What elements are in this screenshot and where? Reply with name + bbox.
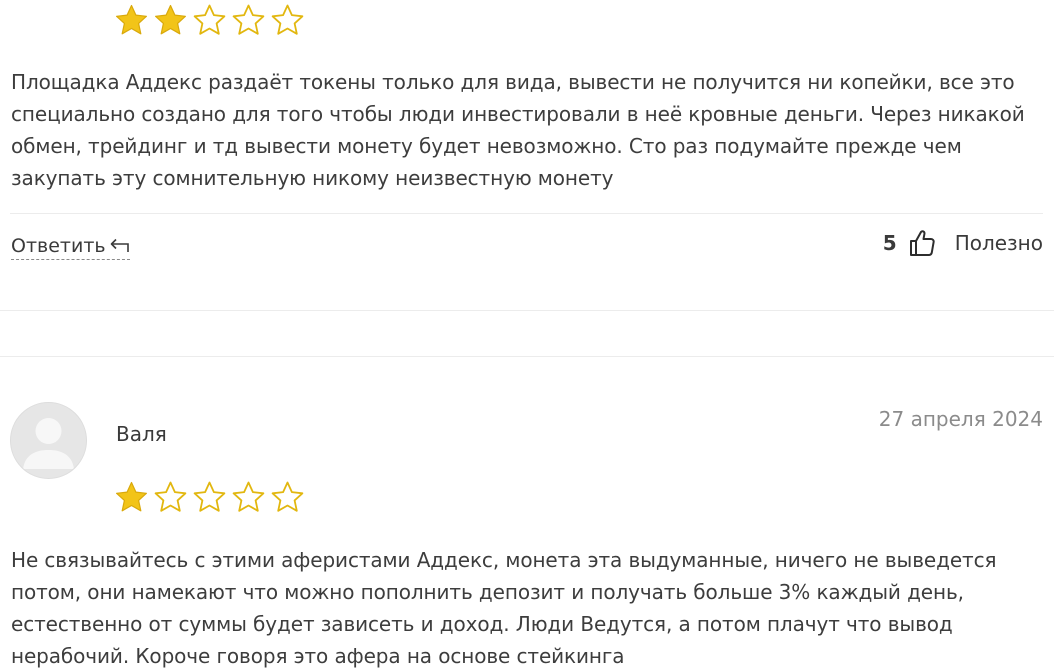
star-empty-icon	[232, 4, 265, 35]
star-filled-icon	[155, 4, 186, 35]
star-empty-icon	[232, 481, 265, 512]
helpful-button[interactable]: Полезно	[955, 231, 1043, 255]
star-empty-icon	[271, 4, 304, 35]
section-divider-2	[0, 356, 1054, 357]
reviews-page: Площадка Аддекс раздаёт токены только дл…	[0, 0, 1054, 671]
section-divider-1	[0, 310, 1054, 311]
star-filled-icon	[116, 4, 147, 35]
review-text-top: Площадка Аддекс раздаёт токены только дл…	[11, 70, 1025, 190]
reply-button[interactable]: Ответить	[11, 235, 130, 260]
helpful-block: 5 Полезно	[883, 229, 1043, 257]
review-date: 27 апреля 2024	[878, 407, 1043, 431]
star-empty-icon	[193, 481, 226, 512]
thumbs-up-icon[interactable]	[909, 229, 935, 257]
helpful-count: 5	[882, 231, 897, 255]
review-author: Валя	[116, 422, 167, 446]
review-text-bottom: Не связывайтесь с этими аферистами Аддек…	[11, 548, 997, 668]
star-filled-icon	[116, 481, 147, 512]
review-divider	[10, 213, 1043, 214]
user-avatar-placeholder-icon	[23, 418, 74, 469]
avatar	[10, 402, 87, 479]
star-empty-icon	[154, 481, 187, 512]
rating-stars-top	[114, 3, 305, 38]
reply-arrow-icon	[110, 238, 129, 252]
star-empty-icon	[271, 481, 304, 512]
rating-stars-bottom	[114, 480, 305, 515]
reply-label: Ответить	[11, 235, 106, 257]
star-empty-icon	[193, 4, 226, 35]
